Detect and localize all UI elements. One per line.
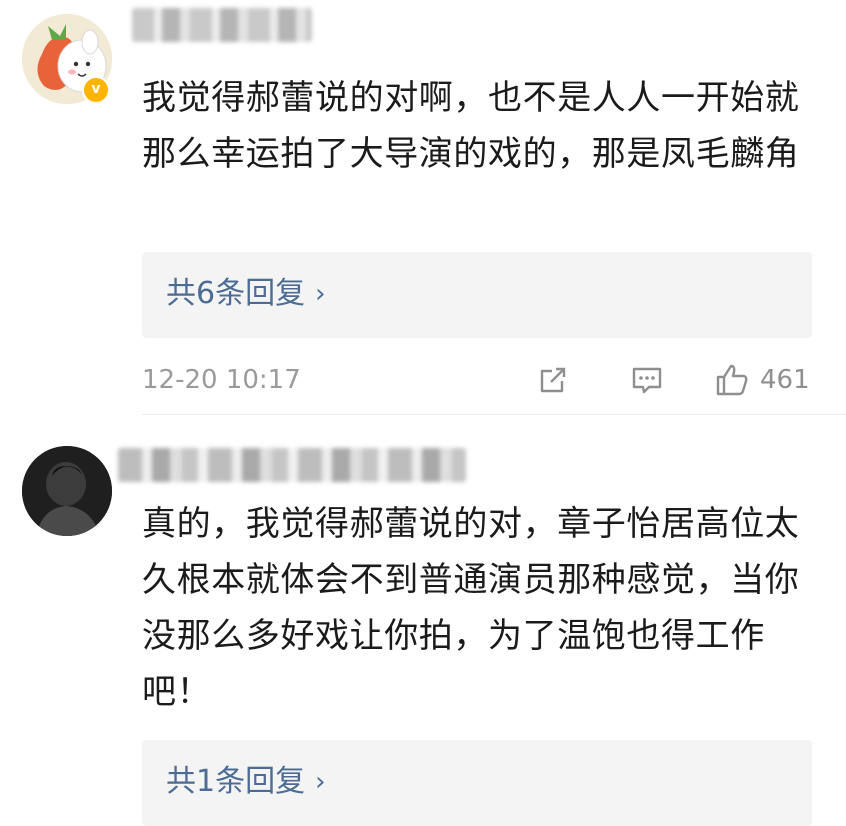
replies-panel[interactable]: 共1条回复 › — [142, 740, 812, 826]
avatar-photo — [22, 446, 112, 536]
avatar[interactable] — [22, 446, 112, 536]
username-blurred[interactable] — [118, 448, 466, 482]
comment-item: 真的，我觉得郝蕾说的对，章子怡居高位太久根本就体会不到普通演员那种感觉，当你没那… — [0, 0, 846, 826]
chevron-right-icon: › — [315, 767, 326, 797]
view-replies-link[interactable]: 共1条回复 › — [166, 762, 326, 802]
replies-count-label: 共1条回复 — [166, 764, 306, 799]
comment-text: 真的，我觉得郝蕾说的对，章子怡居高位太久根本就体会不到普通演员那种感觉，当你没那… — [142, 504, 800, 712]
